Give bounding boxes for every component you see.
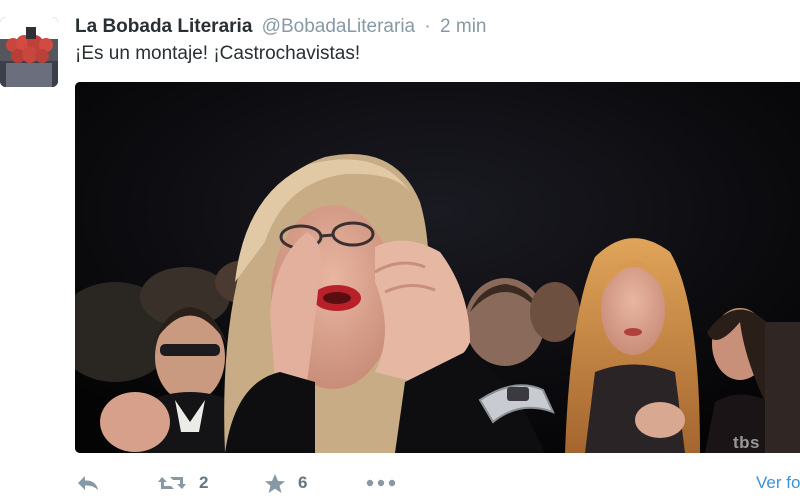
display-name[interactable]: La Bobada Literaria <box>75 16 252 37</box>
tweet-text: ¡Es un montaje! ¡Castrochavistas! <box>75 43 361 64</box>
favorite-count: 6 <box>298 473 308 492</box>
star-icon <box>264 473 286 494</box>
separator: · <box>424 16 431 37</box>
ellipsis-icon <box>366 478 396 488</box>
tweet-actions: 2 6 Ver fo <box>75 466 800 500</box>
user-handle[interactable]: @BobadaLiteraria <box>262 16 415 37</box>
retweet-button[interactable]: 2 <box>157 466 208 500</box>
view-more-link[interactable]: Ver fo <box>756 466 800 500</box>
retweet-count: 2 <box>199 473 209 492</box>
reply-button[interactable] <box>75 466 101 500</box>
reply-arrow-icon <box>75 473 101 493</box>
favorite-button[interactable]: 6 <box>264 466 307 500</box>
more-button[interactable] <box>366 466 396 500</box>
user-avatar[interactable] <box>0 17 58 87</box>
tweet: La Bobada Literaria @BobadaLiteraria · 2… <box>0 0 800 503</box>
tweet-photo[interactable]: tbs <box>75 82 800 453</box>
tweet-header: La Bobada Literaria @BobadaLiteraria · 2… <box>75 14 486 40</box>
timestamp[interactable]: 2 min <box>440 16 486 37</box>
retweet-icon <box>157 473 187 493</box>
tbs-watermark: tbs <box>733 433 760 452</box>
